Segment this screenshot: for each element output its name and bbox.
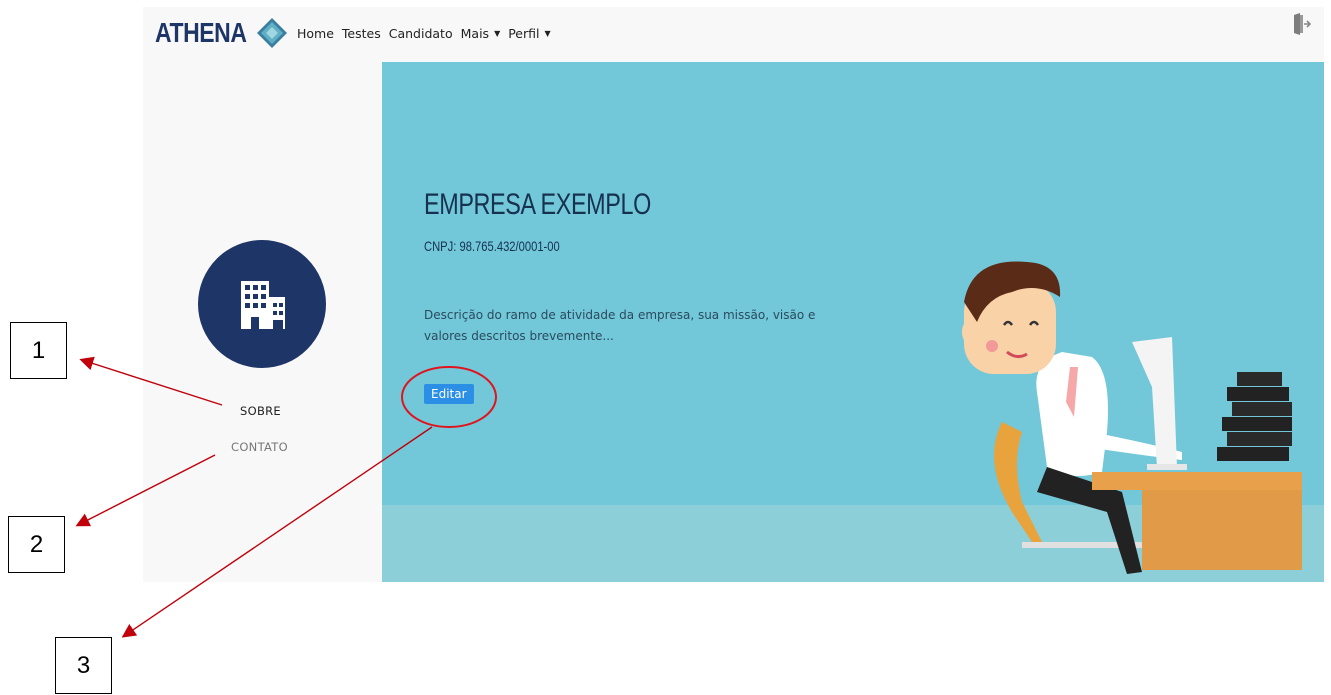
nav-testes-label: Testes <box>341 26 381 41</box>
building-icon <box>241 281 285 329</box>
office-worker-illustration <box>962 261 1302 574</box>
caret-down-icon: ▼ <box>544 29 551 38</box>
nav-candidato[interactable]: Candidato <box>389 26 453 41</box>
logout-door-icon[interactable] <box>1293 13 1311 35</box>
nav-perfil-label: Perfil <box>508 26 540 41</box>
hero-banner: EMPRESA EXEMPLO CNPJ: 98.765.432/0001-00… <box>382 62 1324 582</box>
brand-name: ATHENA <box>155 17 247 48</box>
company-title: EMPRESA EXEMPLO <box>424 188 651 221</box>
nav-mais-dropdown[interactable]: Mais ▼ <box>461 26 501 41</box>
brand[interactable]: ATHENA <box>155 16 289 50</box>
nav-perfil-dropdown[interactable]: Perfil ▼ <box>508 26 550 41</box>
navbar: ATHENA Home Testes Candidato Mais ▼ Perfi… <box>143 7 1324 62</box>
callout-box-3: 3 <box>55 637 112 694</box>
sidebar: SOBRE CONTATO <box>143 62 382 582</box>
company-description: Descrição do ramo de atividade da empres… <box>424 308 816 343</box>
callout-box-2: 2 <box>8 516 65 573</box>
sidebar-item-contato[interactable]: CONTATO <box>231 440 288 454</box>
company-cnpj: CNPJ: 98.765.432/0001-00 <box>424 238 560 254</box>
nav-links: Home Testes Candidato Mais ▼ Perfil ▼ <box>297 26 551 41</box>
nav-candidato-label: Candidato <box>388 26 453 41</box>
nav-mais-label: Mais <box>460 26 490 41</box>
sidebar-item-sobre[interactable]: SOBRE <box>240 404 281 418</box>
nav-testes[interactable]: Testes <box>342 26 381 41</box>
brand-logo-icon <box>256 18 287 48</box>
edit-button[interactable]: Editar <box>424 384 474 404</box>
nav-home[interactable]: Home <box>297 26 334 41</box>
caret-down-icon: ▼ <box>494 29 501 38</box>
company-avatar <box>198 240 326 368</box>
app-window: ATHENA Home Testes Candidato Mais ▼ Perfi… <box>143 7 1324 582</box>
callout-box-1: 1 <box>10 322 67 379</box>
nav-home-label: Home <box>297 26 334 41</box>
